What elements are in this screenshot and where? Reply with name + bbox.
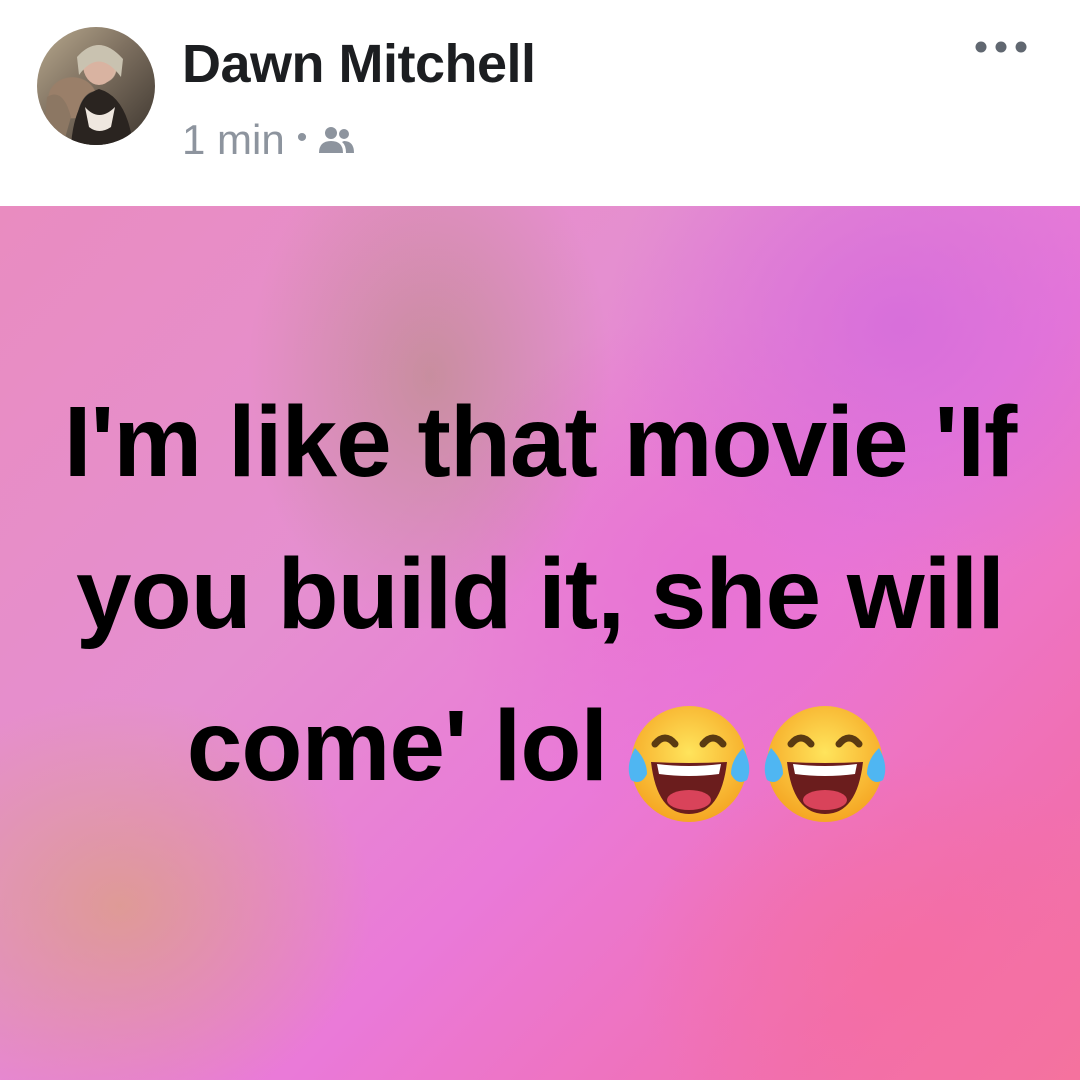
more-options-button[interactable] <box>974 32 1028 62</box>
post-meta: 1 min • <box>182 116 355 164</box>
status-message: I'm like that movie 'If you build it, sh… <box>60 366 1020 832</box>
author-name[interactable]: Dawn Mitchell <box>182 33 536 95</box>
facebook-post: Dawn Mitchell 1 min • I'm like that movi <box>0 0 1080 1080</box>
author-avatar[interactable] <box>37 27 155 145</box>
face-with-tears-of-joy-icon <box>757 700 893 828</box>
avatar-photo <box>43 44 133 145</box>
face-with-tears-of-joy-icon <box>621 700 757 828</box>
post-timestamp[interactable]: 1 min <box>182 116 285 164</box>
emoji-group <box>621 680 893 832</box>
meta-separator: • <box>296 121 308 154</box>
status-background: I'm like that movie 'If you build it, sh… <box>0 206 1080 1080</box>
more-options-icon <box>975 41 1027 53</box>
post-header: Dawn Mitchell 1 min • <box>0 0 1080 206</box>
friends-icon[interactable] <box>317 125 355 155</box>
